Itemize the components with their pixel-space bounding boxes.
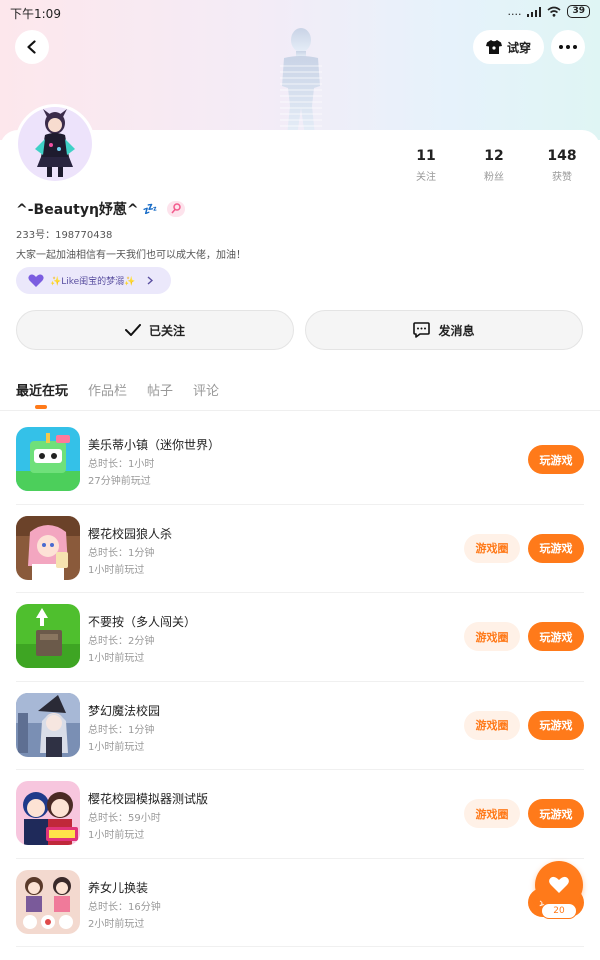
back-arrow-icon [27,40,36,54]
more-dots-icon [559,45,577,49]
tab-works[interactable]: 作品栏 [88,380,127,399]
game-icon-sakura-werewolf [16,515,80,580]
game-name: 养女儿换装 [88,880,149,895]
like-fab-button[interactable] [535,861,583,909]
game-row[interactable]: 樱花校园模拟器测试版 总时长：59小时 1小时前玩过 游戏圈 玩游戏 [0,770,600,859]
game-circle-button[interactable]: 游戏圈 [464,533,520,563]
game-duration: 总时长：59小时 [88,813,161,824]
tab-recently-played[interactable]: 最近在玩 [16,380,68,399]
avatar-character-icon [35,109,75,177]
game-icon-dont-press [16,604,80,668]
username: ^-Beautyη妤蒽^ 💤 [16,199,185,219]
stat-following-label: 关注 [416,172,436,183]
heart-icon [549,876,569,893]
game-last-played: 1小时前玩过 [88,741,145,753]
tab-posts[interactable]: 帖子 [147,380,173,399]
game-last-played: 1小时前玩过 [88,653,145,664]
recent-games-list: 美乐蒂小镇（迷你世界） 总时长：1小时 27分钟前玩过 玩游戏 樱花校园狼人杀 … [0,416,600,947]
stat-likes-value: 148 [547,148,577,164]
avatar[interactable] [15,104,95,184]
stat-followers-value: 12 [484,148,504,164]
signal-icon [527,6,542,17]
tab-divider [0,410,600,411]
play-game-button[interactable]: 玩游戏 [528,622,584,651]
profile-tabs: 最近在玩 作品栏 帖子 评论 [16,380,239,399]
play-game-button[interactable]: 玩游戏 [528,533,584,563]
username-text: ^-Beautyη妤蒽^ [16,202,139,218]
game-last-played: 1小时前玩过 [88,564,145,576]
play-game-button[interactable]: 玩游戏 [528,799,584,828]
status-icons: .... 39 [507,5,590,18]
stat-likes[interactable]: 148 获赞 [532,148,592,183]
game-icon-dress-up [16,869,80,934]
game-name: 不要按（多人闯关） [88,615,197,629]
game-icon-melody-town [16,427,80,491]
game-icon-magic-school [16,692,80,757]
play-game-button[interactable]: 玩游戏 [528,710,584,740]
game-name: 梦幻魔法校园 [88,703,161,718]
status-time: 下午1:09 [10,7,61,21]
check-icon [124,324,141,336]
game-row[interactable]: 养女儿换装 总时长：16分钟 2小时前玩过 玩游戏 [0,859,600,947]
game-duration: 总时长：2分钟 [88,636,155,647]
following-button[interactable]: 已关注 [16,310,294,350]
status-dots: .... [507,5,522,18]
status-bar: 下午1:09 .... 39 [0,0,600,26]
message-button[interactable]: 发消息 [305,310,583,350]
game-duration: 总时长：1分钟 [88,547,155,559]
try-on-button[interactable]: 试穿 [473,30,544,64]
game-icon-sakura-simulator [16,781,80,845]
row-divider [16,946,584,947]
tab-comments[interactable]: 评论 [193,380,219,399]
gender-female-icon [166,201,185,217]
game-last-played: 1小时前玩过 [88,830,145,841]
avatar-image [18,107,92,181]
stat-likes-label: 获赞 [552,172,572,183]
game-circle-button[interactable]: 游戏圈 [464,799,520,828]
like-count-badge: 20 [541,903,577,919]
game-row[interactable]: 美乐蒂小镇（迷你世界） 总时长：1小时 27分钟前玩过 玩游戏 [0,416,600,505]
play-game-button[interactable]: 玩游戏 [528,445,584,474]
tshirt-icon [485,40,502,54]
purple-heart-icon [28,274,44,287]
game-last-played: 2小时前玩过 [88,918,145,930]
game-row[interactable]: 不要按（多人闯关） 总时长：2分钟 1小时前玩过 游戏圈 玩游戏 [0,593,600,682]
game-duration: 总时长：1小时 [88,459,155,470]
chat-bubble-icon [413,322,431,338]
stat-followers-label: 粉丝 [484,172,504,183]
try-on-label: 试穿 [506,40,531,55]
game-name: 樱花校园模拟器测试版 [88,792,209,806]
game-duration: 总时长：16分钟 [88,901,161,913]
game-row[interactable]: 樱花校园狼人杀 总时长：1分钟 1小时前玩过 游戏圈 玩游戏 [0,505,600,593]
sleep-emoji: 💤 [142,202,158,216]
back-button[interactable] [15,30,49,64]
game-circle-button[interactable]: 游戏圈 [464,622,520,651]
game-circle-button[interactable]: 游戏圈 [464,710,520,740]
game-name: 樱花校园狼人杀 [88,526,173,541]
club-label: ✨Like闺宝的梦溺✨ [50,277,136,287]
club-badge[interactable]: ✨Like闺宝的梦溺✨ [16,267,171,294]
stat-following-value: 11 [416,148,436,164]
stat-following[interactable]: 11 关注 [396,148,456,183]
game-duration: 总时长：1分钟 [88,724,155,736]
user-id: 233号：198770438 [16,230,113,241]
game-last-played: 27分钟前玩过 [88,476,151,487]
active-tab-indicator [35,405,47,409]
user-bio: 大家一起加油相信有一天我们也可以成大佬，加油！ [16,250,246,261]
stat-followers[interactable]: 12 粉丝 [464,148,524,183]
following-label: 已关注 [148,323,185,338]
game-name: 美乐蒂小镇（迷你世界） [88,438,221,452]
game-row[interactable]: 梦幻魔法校园 总时长：1分钟 1小时前玩过 游戏圈 玩游戏 [0,682,600,770]
chevron-right-icon [147,276,154,285]
message-label: 发消息 [438,323,475,338]
battery-icon: 39 [567,5,590,18]
wifi-icon [547,6,561,17]
more-button[interactable] [551,30,585,64]
outfit-figure-icon [280,28,322,136]
